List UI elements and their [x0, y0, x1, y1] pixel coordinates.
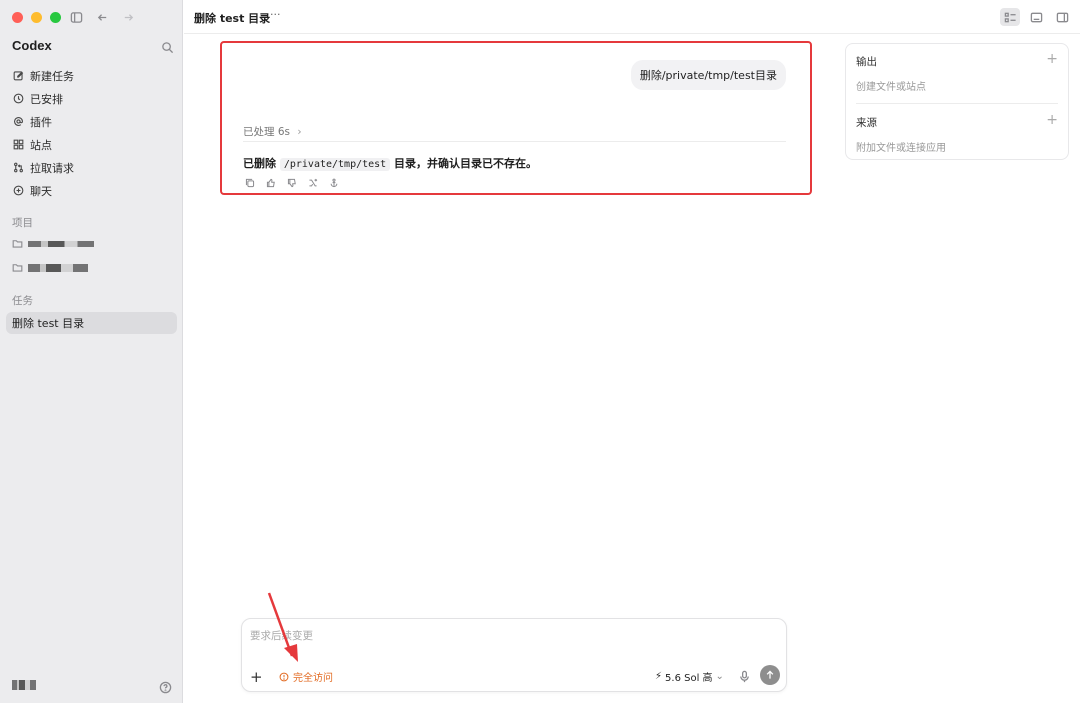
warning-icon — [278, 671, 289, 682]
pull-request-icon — [12, 162, 24, 174]
anchor-icon[interactable] — [327, 176, 340, 189]
output-title: 输出 — [856, 56, 877, 68]
chevron-right-icon: › — [297, 126, 302, 138]
sidebar: Codex 新建任务 已安排 插件 站点 拉取请求 聊天 项目 任务 删除 te… — [0, 0, 183, 703]
sidebar-item-sites[interactable]: 站点 — [6, 133, 177, 156]
sidebar-item-plugins[interactable]: 插件 — [6, 110, 177, 133]
annotation-highlight-box: 删除/private/tmp/test目录 已处理 6s › 已删除 /priv… — [220, 41, 812, 195]
main-area: 删除 test 目录 ··· 删除/private/tmp/test目录 已处理… — [184, 0, 1080, 703]
folder-icon — [12, 238, 23, 249]
thumbs-up-icon[interactable] — [264, 176, 277, 189]
sidebar-toolbar — [68, 9, 136, 25]
divider — [243, 141, 786, 142]
output-subtitle: 创建文件或站点 — [856, 82, 926, 93]
model-selector[interactable]: ⚡ 5.6 Sol 高 ⌄ — [655, 669, 724, 684]
redacted-project-name — [28, 240, 94, 247]
user-message-bubble: 删除/private/tmp/test目录 — [630, 60, 786, 90]
processed-label: 已处理 6s — [243, 126, 290, 138]
clock-icon — [12, 93, 24, 105]
processed-status[interactable]: 已处理 6s › — [243, 124, 302, 139]
lightning-icon: ⚡ — [655, 671, 663, 682]
help-icon[interactable] — [157, 679, 173, 695]
divider — [856, 103, 1058, 104]
prompt-input[interactable] — [250, 630, 770, 642]
at-icon — [12, 116, 24, 128]
window-controls — [12, 12, 61, 23]
zoom-window-button[interactable] — [50, 12, 61, 23]
task-item-label: 删除 test 目录 — [12, 317, 85, 330]
sidebar-toggle-icon[interactable] — [68, 9, 84, 25]
minimize-window-button[interactable] — [31, 12, 42, 23]
source-subtitle: 附加文件或连接应用 — [856, 143, 946, 154]
side-panel-icon[interactable] — [1052, 8, 1072, 26]
folder-icon — [12, 262, 23, 273]
view-switcher — [1000, 8, 1072, 26]
app-title: Codex — [12, 38, 52, 53]
branch-icon[interactable] — [306, 176, 319, 189]
answer-code-path: /private/tmp/test — [279, 158, 391, 171]
close-window-button[interactable] — [12, 12, 23, 23]
thumbs-down-icon[interactable] — [285, 176, 298, 189]
user-account[interactable] — [12, 680, 36, 690]
redacted-project-name — [28, 263, 88, 272]
grid-icon — [12, 139, 24, 151]
sidebar-item-label: 已安排 — [30, 92, 63, 106]
sidebar-nav: 新建任务 已安排 插件 站点 拉取请求 聊天 — [6, 64, 177, 202]
context-panel: 输出 创建文件或站点 + 来源 附加文件或连接应用 + — [845, 43, 1069, 160]
add-attachment-icon[interactable]: + — [250, 668, 263, 686]
sidebar-item-scheduled[interactable]: 已安排 — [6, 87, 177, 110]
add-source-icon[interactable]: + — [1046, 112, 1058, 128]
message-actions — [243, 176, 340, 189]
answer-prefix: 已删除 — [243, 157, 276, 170]
sidebar-item-label: 拉取请求 — [30, 161, 74, 175]
sidebar-item-chat[interactable]: 聊天 — [6, 179, 177, 202]
chevron-down-icon: ⌄ — [715, 671, 724, 682]
projects-section-label: 项目 — [12, 217, 33, 229]
more-options-button[interactable]: ··· — [270, 8, 281, 21]
access-mode-button[interactable]: 完全访问 — [278, 669, 333, 684]
access-mode-label: 完全访问 — [293, 673, 333, 684]
sidebar-item-label: 聊天 — [30, 184, 52, 198]
project-item-2[interactable] — [12, 262, 88, 273]
annotation-arrow — [267, 592, 298, 662]
sidebar-item-pull-requests[interactable]: 拉取请求 — [6, 156, 177, 179]
composer: + 完全访问 ⚡ 5.6 Sol 高 ⌄ — [241, 618, 787, 692]
source-title: 来源 — [856, 117, 877, 129]
chat-icon — [12, 185, 24, 197]
sidebar-item-label: 站点 — [30, 138, 52, 152]
copy-icon[interactable] — [243, 176, 256, 189]
edit-icon — [12, 70, 24, 82]
arrow-up-icon — [766, 670, 774, 679]
redacted-user-avatar — [12, 680, 36, 690]
sidebar-item-new-task[interactable]: 新建任务 — [6, 64, 177, 87]
source-section: 来源 附加文件或连接应用 — [856, 115, 1058, 154]
output-section: 输出 创建文件或站点 — [856, 54, 1058, 93]
sidebar-item-label: 插件 — [30, 115, 52, 129]
tasks-section-label: 任务 — [12, 295, 33, 307]
task-item-active[interactable]: 删除 test 目录 — [6, 312, 177, 334]
model-label: 5.6 Sol 高 — [665, 673, 713, 684]
top-bar: 删除 test 目录 ··· — [184, 0, 1080, 34]
send-button[interactable] — [760, 665, 780, 685]
page-title: 删除 test 目录 — [194, 12, 271, 25]
sidebar-item-label: 新建任务 — [30, 69, 74, 83]
answer-suffix: 目录，并确认目录已不存在。 — [394, 157, 538, 170]
project-item-1[interactable] — [12, 238, 94, 249]
assistant-answer: 已删除 /private/tmp/test 目录，并确认目录已不存在。 — [243, 155, 537, 171]
back-arrow-icon[interactable] — [94, 9, 110, 25]
forward-arrow-icon[interactable] — [120, 9, 136, 25]
terminal-view-icon[interactable] — [1026, 8, 1046, 26]
microphone-icon[interactable] — [736, 668, 752, 684]
list-view-icon[interactable] — [1000, 8, 1020, 26]
search-icon[interactable] — [159, 39, 175, 55]
add-output-icon[interactable]: + — [1046, 51, 1058, 67]
